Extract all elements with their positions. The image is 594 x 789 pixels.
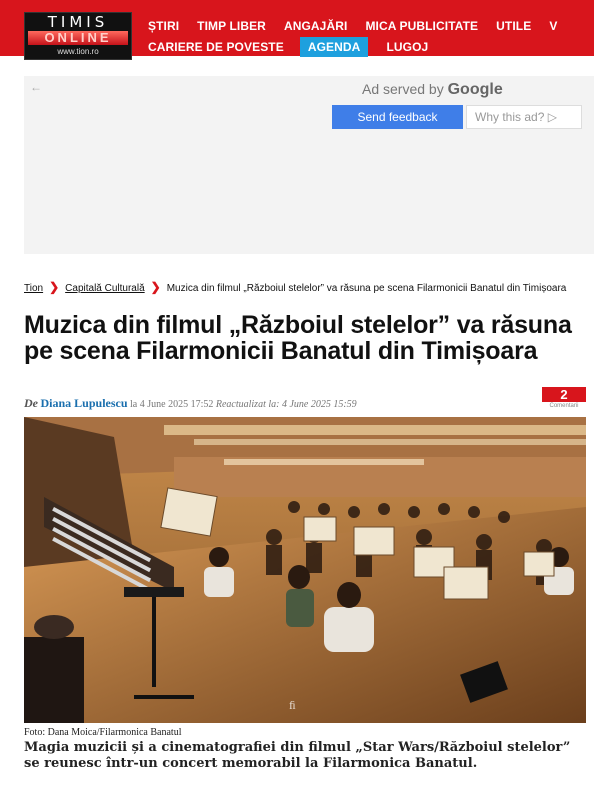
ad-served-by: Ad served by Google (362, 81, 503, 99)
nav-row-2: CARIERE DE POVESTE AGENDA LUGOJ (148, 37, 594, 57)
nav-row-1: ȘTIRI TIMP LIBER ANGAJĂRI MICA PUBLICITA… (148, 16, 594, 36)
why-this-ad-button[interactable]: Why this ad? ▷ (466, 105, 582, 129)
main-nav: ȘTIRI TIMP LIBER ANGAJĂRI MICA PUBLICITA… (148, 16, 594, 57)
breadcrumb-current: Muzica din filmul „Războiul stelelor” va… (166, 283, 567, 294)
nav-item-cariere[interactable]: CARIERE DE POVESTE (148, 40, 284, 54)
nav-item-mica-publicitate[interactable]: MICA PUBLICITATE (365, 19, 478, 33)
chevron-right-icon: ❯ (49, 280, 60, 294)
byline-prefix: De (24, 396, 38, 410)
chevron-right-icon: ❯ (150, 280, 161, 294)
author-link[interactable]: Diana Lupulescu (41, 396, 128, 410)
site-logo[interactable]: TIMIS ONLINE www.tion.ro (24, 12, 132, 60)
send-feedback-button[interactable]: Send feedback (332, 105, 463, 129)
comments-count: 2 (542, 387, 586, 402)
orchestra-rehearsal-photo: ﬁ (24, 417, 586, 723)
google-brand: Google (447, 81, 503, 98)
nav-item-truncated[interactable]: V (549, 19, 557, 33)
breadcrumb: Tion ❯ Capitală Culturală ❯ Muzica din filmu… (24, 277, 584, 299)
nav-item-agenda[interactable]: AGENDA (299, 37, 369, 57)
ad-served-prefix: Ad served by (362, 81, 444, 97)
photo-credit: Foto: Dana Moica/Filarmonica Banatul (24, 727, 182, 738)
logo-line1: TIMIS (47, 13, 109, 31)
logo-line2: ONLINE (28, 31, 128, 45)
article-byline: De Diana Lupulescu la 4 June 2025 17:52 … (24, 396, 357, 411)
left-arrow-icon[interactable]: ← (30, 80, 42, 94)
article-lead: Magia muzicii și a cinematografiei din f… (24, 740, 571, 771)
comments-counter[interactable]: 2 Comentarii (542, 387, 586, 409)
article-title: Muzica din filmul „Războiul stelelor” va… (24, 311, 572, 365)
nav-item-stiri[interactable]: ȘTIRI (148, 19, 179, 33)
breadcrumb-category[interactable]: Capitală Culturală (65, 283, 145, 294)
why-this-ad-label: Why this ad? (475, 110, 545, 124)
ad-slot: ← Ad served by Google Send feedback Why … (24, 76, 594, 254)
site-header: TIMIS ONLINE www.tion.ro ȘTIRI TIMP LIBE… (0, 0, 594, 60)
comments-label: Comentarii (549, 403, 579, 409)
updated-date: Reactualizat la: 4 June 2025 15:59 (215, 399, 357, 410)
nav-item-timp-liber[interactable]: TIMP LIBER (197, 19, 266, 33)
nav-item-angajari[interactable]: ANGAJĂRI (284, 19, 347, 33)
logo-line3: www.tion.ro (57, 47, 99, 56)
nav-item-lugoj[interactable]: LUGOJ (386, 40, 428, 54)
play-triangle-icon: ▷ (547, 110, 557, 124)
breadcrumb-home[interactable]: Tion (24, 283, 43, 294)
nav-item-utile[interactable]: UTILE (496, 19, 531, 33)
svg-text:ﬁ: ﬁ (289, 698, 296, 712)
publish-date: la 4 June 2025 17:52 (130, 399, 214, 410)
article-photo[interactable]: ﬁ (24, 417, 586, 723)
